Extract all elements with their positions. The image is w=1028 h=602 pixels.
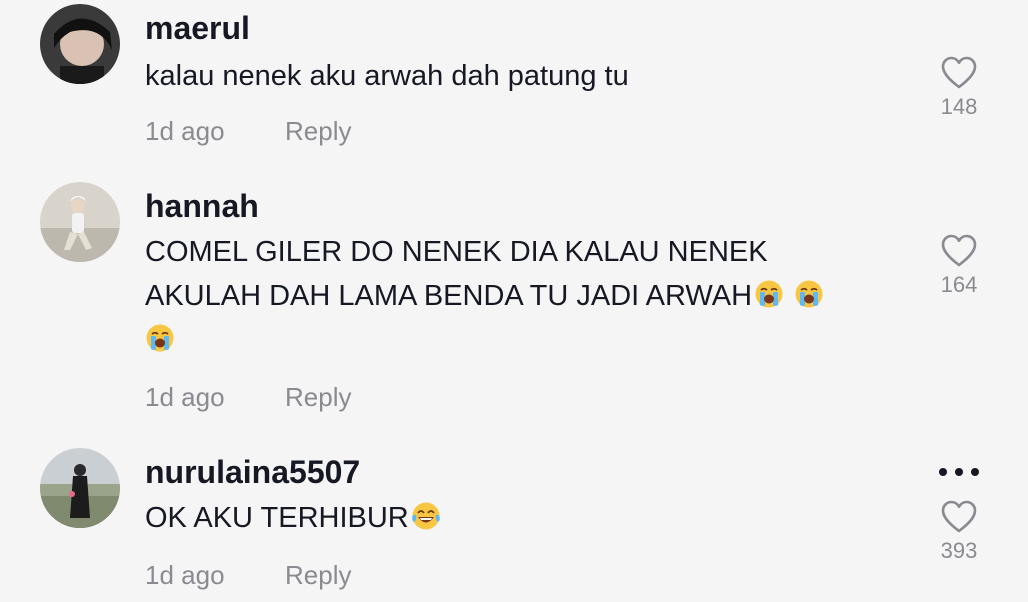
comment-timestamp: 1d ago [145, 560, 225, 590]
more-options-icon[interactable] [937, 466, 981, 478]
loudly-crying-emoji-icon [794, 279, 824, 309]
comment-meta: 1d ago Reply [145, 560, 351, 590]
comment-text-segment: AKULAH DAH LAMA BENDA TU JADI ARWAH [145, 280, 753, 312]
like-count: 164 [940, 272, 978, 297]
avatar[interactable] [40, 448, 120, 528]
comment-timestamp: 1d ago [145, 116, 225, 146]
comment-timestamp: 1d ago [145, 382, 225, 412]
comment-text-line [145, 318, 905, 362]
like-button[interactable]: 148 [932, 56, 986, 120]
heart-icon[interactable] [941, 500, 977, 534]
comment-text-line: kalau nenek aku arwah dah patung tu [145, 60, 629, 92]
comment-username[interactable]: hannah [145, 188, 259, 224]
comment-text: OK AKU TERHIBUR [145, 496, 905, 540]
like-button[interactable]: 393 [932, 500, 986, 564]
loudly-crying-emoji-icon [145, 323, 175, 353]
comment-username[interactable]: nurulaina5507 [145, 454, 360, 490]
heart-icon[interactable] [941, 234, 977, 268]
comment-text-line: AKULAH DAH LAMA BENDA TU JADI ARWAH [145, 274, 905, 318]
comment-text-segment: COMEL GILER DO NENEK DIA KALAU NENEK [145, 236, 768, 268]
tears-of-joy-emoji-icon [411, 501, 441, 531]
avatar[interactable] [40, 4, 120, 84]
like-button[interactable]: 164 [932, 234, 986, 298]
like-count: 393 [940, 538, 978, 563]
comment-text: COMEL GILER DO NENEK DIA KALAU NENEK AKU… [145, 230, 905, 362]
comment-meta: 1d ago Reply [145, 382, 351, 412]
like-count: 148 [940, 94, 978, 119]
avatar[interactable] [40, 182, 120, 262]
loudly-crying-emoji-icon [754, 279, 784, 309]
comment-text: kalau nenek aku arwah dah patung tu [145, 54, 905, 98]
comment-username[interactable]: maerul [145, 10, 250, 46]
reply-button[interactable]: Reply [285, 382, 351, 412]
heart-icon[interactable] [941, 56, 977, 90]
comment-text-line: COMEL GILER DO NENEK DIA KALAU NENEK [145, 230, 905, 274]
reply-button[interactable]: Reply [285, 560, 351, 590]
comment-meta: 1d ago Reply [145, 116, 351, 146]
reply-button[interactable]: Reply [285, 116, 351, 146]
comment-text-line: OK AKU TERHIBUR [145, 502, 409, 534]
